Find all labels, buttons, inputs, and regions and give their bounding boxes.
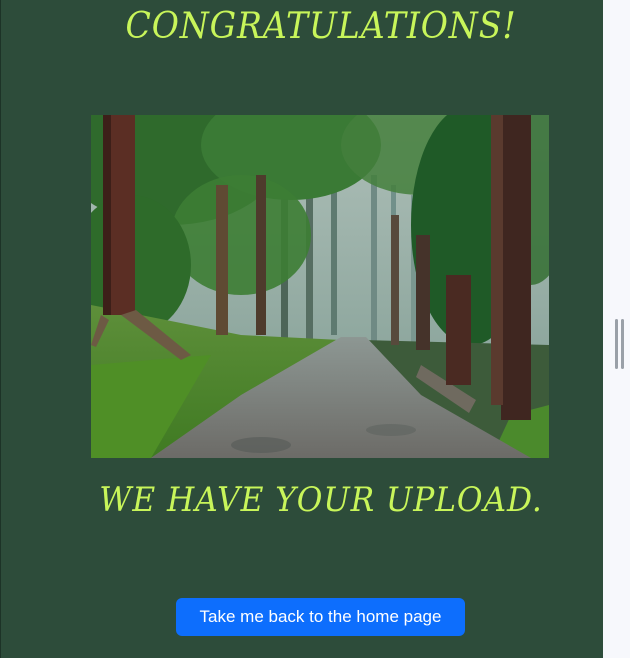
congratulations-heading: CONGRATULATIONS!	[125, 6, 517, 47]
page: CONGRATULATIONS! WE HAVE YOUR UPLOAD. Ta…	[0, 0, 630, 658]
uploaded-photo	[91, 115, 549, 458]
resize-handle-bar	[615, 319, 618, 369]
home-page-button[interactable]: Take me back to the home page	[176, 598, 465, 636]
content-panel: CONGRATULATIONS! WE HAVE YOUR UPLOAD. Ta…	[0, 0, 603, 658]
resize-handle-bar	[621, 319, 624, 369]
resize-handle[interactable]	[615, 319, 625, 369]
upload-confirmation-message: WE HAVE YOUR UPLOAD.	[99, 480, 543, 520]
